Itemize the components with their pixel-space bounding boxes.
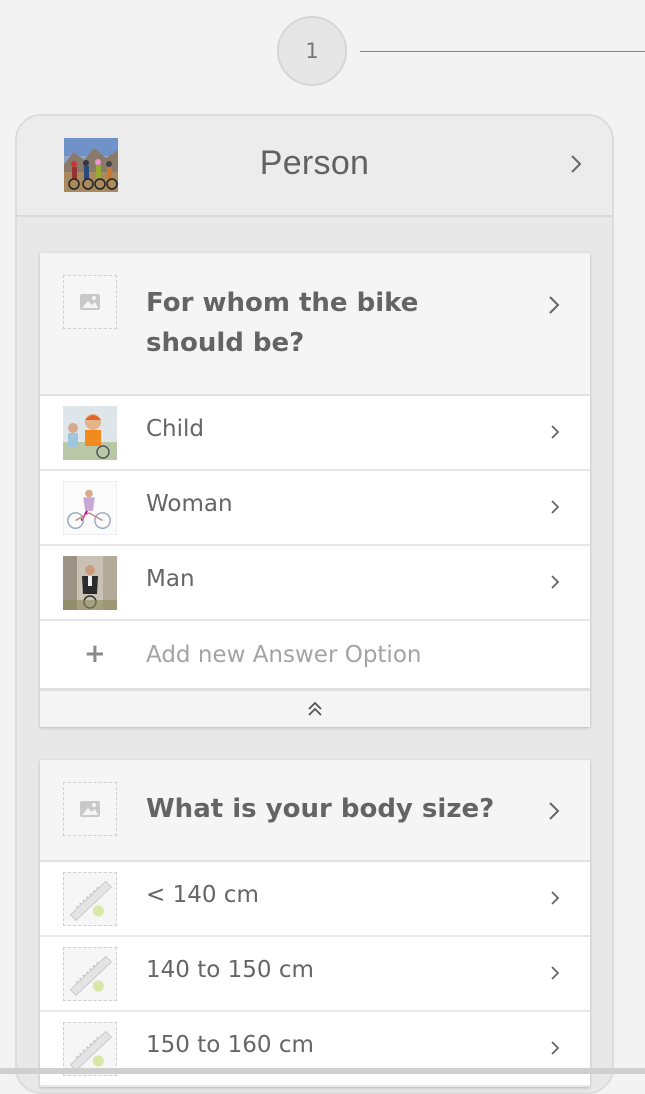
answer-option-label: 150 to 160 cm	[146, 1032, 314, 1058]
step-indicator[interactable]: 1	[277, 16, 347, 86]
chevron-right-icon[interactable]	[548, 801, 560, 825]
question-header[interactable]: What is your body size?	[40, 760, 590, 862]
chevron-right-icon[interactable]	[550, 574, 560, 594]
question-header[interactable]: For whom the bike should be?	[40, 253, 590, 396]
step-number: 1	[305, 39, 319, 63]
answer-option-label: 140 to 150 cm	[146, 957, 314, 983]
chevron-right-icon[interactable]	[550, 890, 560, 910]
woman-photo	[63, 481, 117, 535]
measuring-tape-photo	[63, 947, 117, 1001]
answer-option-label: < 140 cm	[146, 882, 259, 908]
chevron-right-icon[interactable]	[550, 499, 560, 519]
add-answer-option-label: Add new Answer Option	[146, 642, 422, 668]
chevron-right-icon[interactable]	[550, 1040, 560, 1060]
category-header[interactable]: Person	[17, 116, 612, 217]
image-placeholder-icon	[80, 801, 100, 817]
answer-option-label: Child	[146, 416, 205, 442]
question-card: What is your body size? < 140 cm 140 to …	[40, 760, 590, 1087]
plus-icon: +	[84, 639, 106, 669]
image-placeholder-icon	[80, 294, 100, 310]
horizontal-scrollbar[interactable]	[0, 1068, 645, 1074]
category-title: Person	[259, 144, 370, 182]
question-title: What is your body size?	[146, 794, 495, 824]
answer-option-label: Man	[146, 566, 195, 592]
measuring-tape-photo	[63, 872, 117, 926]
answer-option-row[interactable]: 140 to 150 cm	[40, 937, 590, 1012]
answer-option-row[interactable]: 150 to 160 cm	[40, 1012, 590, 1087]
answer-option-row[interactable]: < 140 cm	[40, 862, 590, 937]
answer-option-row[interactable]: Child	[40, 396, 590, 471]
double-chevron-up-icon	[308, 701, 322, 716]
answer-option-label: Woman	[146, 491, 233, 517]
answer-option-row[interactable]: Man	[40, 546, 590, 621]
man-photo	[63, 556, 117, 610]
child-photo	[63, 406, 117, 460]
step-connector-line	[360, 51, 645, 52]
chevron-right-icon[interactable]	[550, 424, 560, 444]
image-placeholder[interactable]	[63, 275, 117, 329]
collapse-button[interactable]	[40, 691, 590, 727]
chevron-right-icon[interactable]	[548, 295, 560, 319]
question-card: For whom the bike should be? Child Woman…	[40, 253, 590, 727]
chevron-right-icon[interactable]	[570, 154, 582, 178]
answer-option-row[interactable]: Woman	[40, 471, 590, 546]
add-answer-option-button[interactable]: + Add new Answer Option	[40, 621, 590, 691]
chevron-right-icon[interactable]	[550, 965, 560, 985]
category-panel: Person For whom the bike should be? Chil…	[15, 114, 614, 1094]
image-placeholder[interactable]	[63, 782, 117, 836]
question-title: For whom the bike should be?	[146, 288, 419, 358]
